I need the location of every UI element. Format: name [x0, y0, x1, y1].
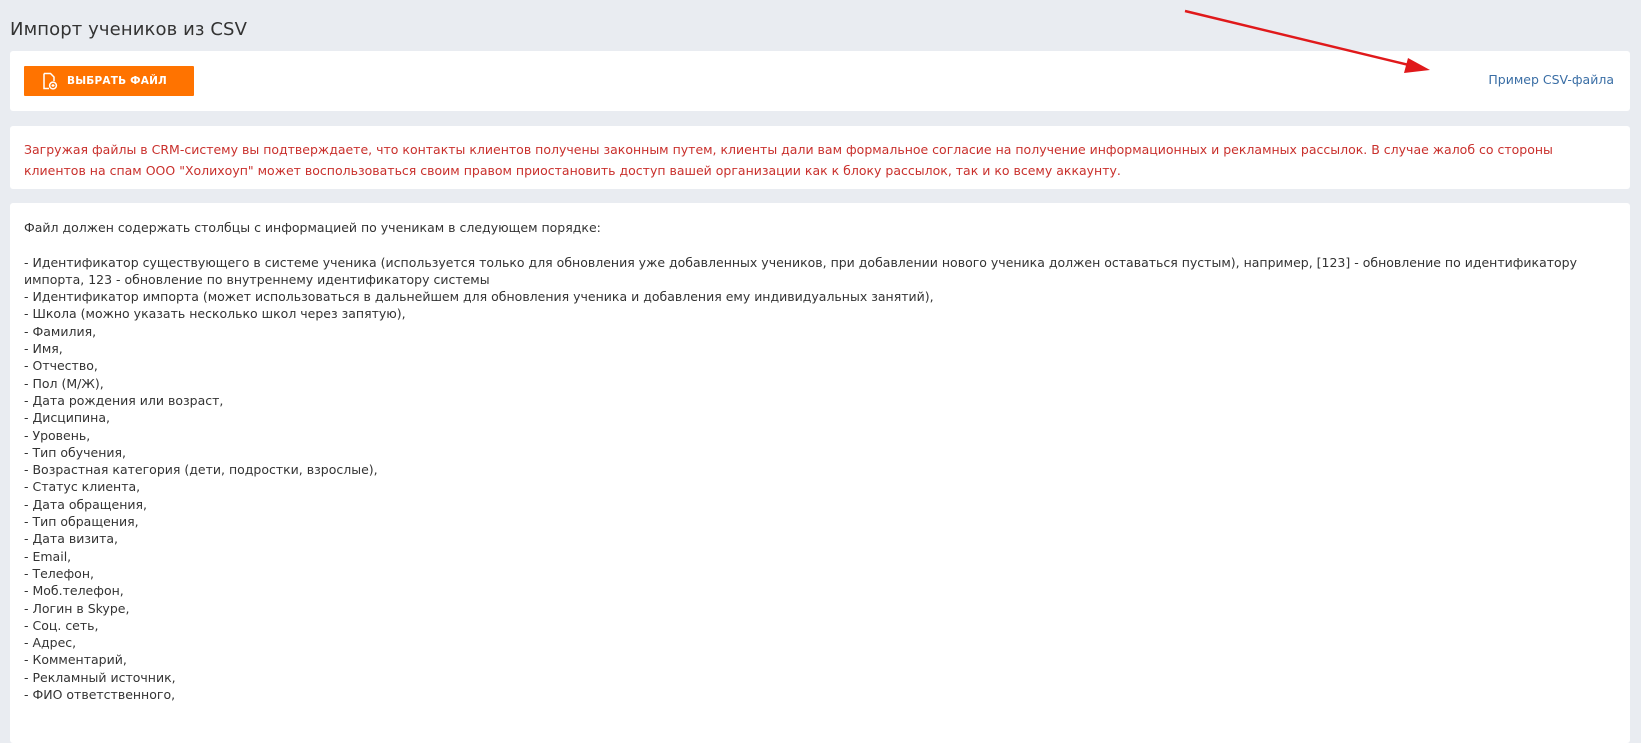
- warning-text: Загружая файлы в CRM-систему вы подтверж…: [24, 142, 1553, 178]
- column-item: - Идентификатор существующего в системе …: [24, 254, 1578, 287]
- column-item: - Дисципина,: [24, 410, 110, 426]
- page-title: Импорт учеников из CSV: [10, 19, 247, 40]
- sample-csv-link[interactable]: Пример CSV-файла: [1488, 72, 1614, 87]
- column-item: - Моб.телефон,: [24, 583, 124, 599]
- column-item: - Рекламный источник,: [24, 669, 176, 685]
- upload-panel: ВЫБРАТЬ ФАЙЛ Пример CSV-файла: [10, 51, 1630, 111]
- column-item: - Email,: [24, 548, 72, 564]
- column-item: - Дата рождения или возраст,: [24, 392, 224, 408]
- column-item: - Дата визита,: [24, 531, 119, 547]
- column-item: - ФИО ответственного,: [24, 687, 176, 703]
- column-item: - Возрастная категория (дети, подростки,…: [24, 462, 378, 478]
- column-item: - Логин в Skype,: [24, 600, 130, 616]
- column-item: - Соц. сеть,: [24, 617, 99, 633]
- choose-file-label: ВЫБРАТЬ ФАЙЛ: [67, 75, 167, 87]
- column-item: - Идентификатор импорта (может использов…: [24, 289, 934, 305]
- column-item: - Дата обращения,: [24, 496, 148, 512]
- column-item: - Уровень,: [24, 427, 91, 443]
- column-item: - Тип обращения,: [24, 514, 139, 530]
- file-upload-icon: [40, 72, 58, 90]
- column-item: - Комментарий,: [24, 652, 127, 668]
- info-intro: Файл должен содержать столбцы с информац…: [24, 220, 601, 235]
- column-item: - Имя,: [24, 341, 63, 357]
- column-item: - Школа (можно указать несколько школ че…: [24, 306, 406, 322]
- info-panel: Файл должен содержать столбцы с информац…: [10, 203, 1630, 743]
- warning-panel: Загружая файлы в CRM-систему вы подтверж…: [10, 126, 1630, 189]
- column-item: - Отчество,: [24, 358, 98, 374]
- choose-file-button[interactable]: ВЫБРАТЬ ФАЙЛ: [24, 66, 194, 96]
- column-item: - Статус клиента,: [24, 479, 141, 495]
- column-item: - Тип обучения,: [24, 444, 127, 460]
- column-item: - Фамилия,: [24, 323, 97, 339]
- column-item: - Пол (М/Ж),: [24, 375, 104, 391]
- columns-list: - Идентификатор существующего в системе …: [24, 254, 1616, 704]
- column-item: - Телефон,: [24, 565, 94, 581]
- column-item: - Адрес,: [24, 635, 77, 651]
